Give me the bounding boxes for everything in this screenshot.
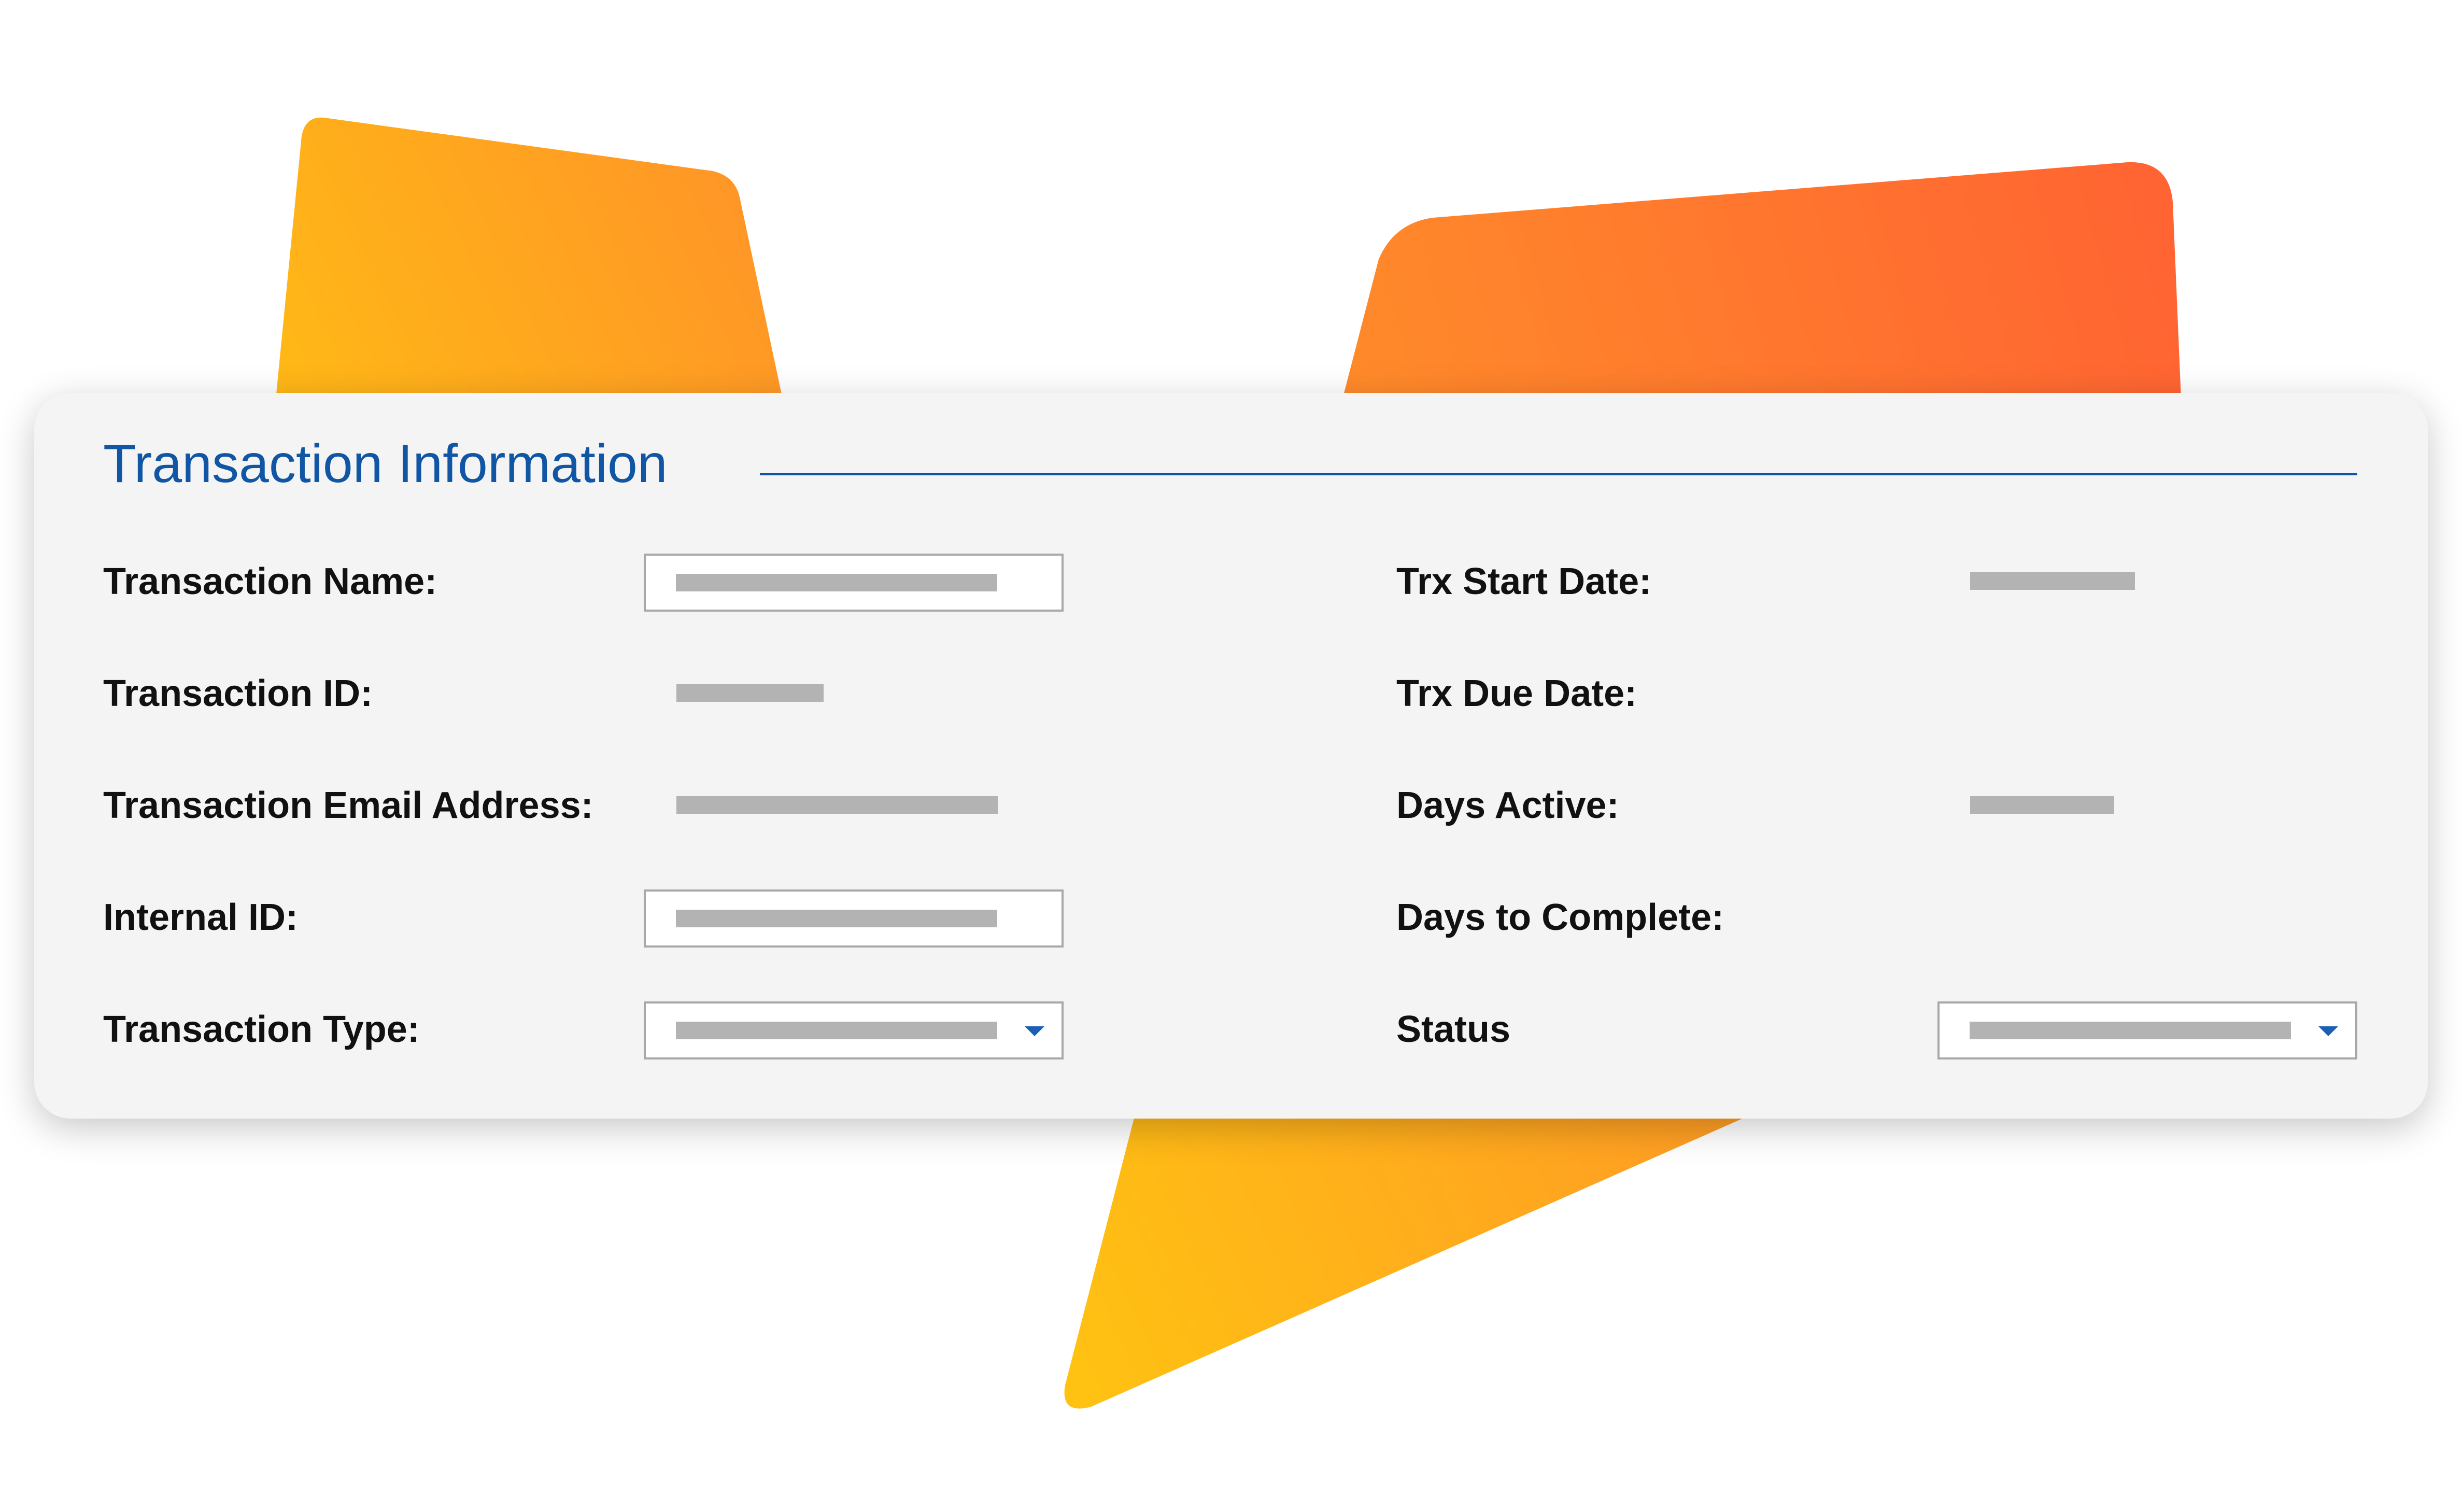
- trx-start-date-label: Trx Start Date:: [1396, 561, 1652, 602]
- transaction-email-value: [676, 796, 998, 814]
- internal-id-input[interactable]: [644, 889, 1064, 948]
- stage: Transaction Information Transaction Name…: [0, 0, 2462, 1512]
- trx-start-date-value: [1970, 572, 2135, 590]
- internal-id-placeholder: [676, 910, 997, 927]
- left-orange-shape: [276, 117, 783, 400]
- transaction-name-label: Transaction Name:: [103, 561, 437, 602]
- days-to-complete-label: Days to Complete:: [1396, 897, 1724, 938]
- status-dropdown[interactable]: [1937, 1001, 2357, 1059]
- transaction-information-panel: Transaction Information Transaction Name…: [34, 393, 2428, 1119]
- transaction-email-label: Transaction Email Address:: [103, 785, 593, 826]
- transaction-id-value: [676, 684, 824, 702]
- transaction-name-placeholder: [676, 574, 997, 591]
- transaction-id-label: Transaction ID:: [103, 673, 373, 714]
- chevron-down-icon[interactable]: [2318, 1026, 2338, 1036]
- status-placeholder: [1970, 1022, 2291, 1039]
- days-active-label: Days Active:: [1396, 785, 1619, 826]
- chevron-down-icon[interactable]: [1025, 1026, 1044, 1036]
- internal-id-label: Internal ID:: [103, 897, 299, 938]
- status-label: Status: [1396, 1009, 1511, 1050]
- transaction-type-label: Transaction Type:: [103, 1009, 420, 1050]
- title-divider: [760, 473, 2357, 475]
- transaction-type-dropdown[interactable]: [644, 1001, 1064, 1059]
- panel-title: Transaction Information: [103, 434, 668, 494]
- transaction-type-placeholder: [676, 1022, 997, 1039]
- trx-due-date-label: Trx Due Date:: [1396, 673, 1637, 714]
- right-orange-shape: [1342, 162, 2181, 399]
- transaction-name-input[interactable]: [644, 554, 1064, 612]
- days-active-value: [1970, 796, 2114, 814]
- bottom-yellow-shape: [1064, 1104, 1775, 1409]
